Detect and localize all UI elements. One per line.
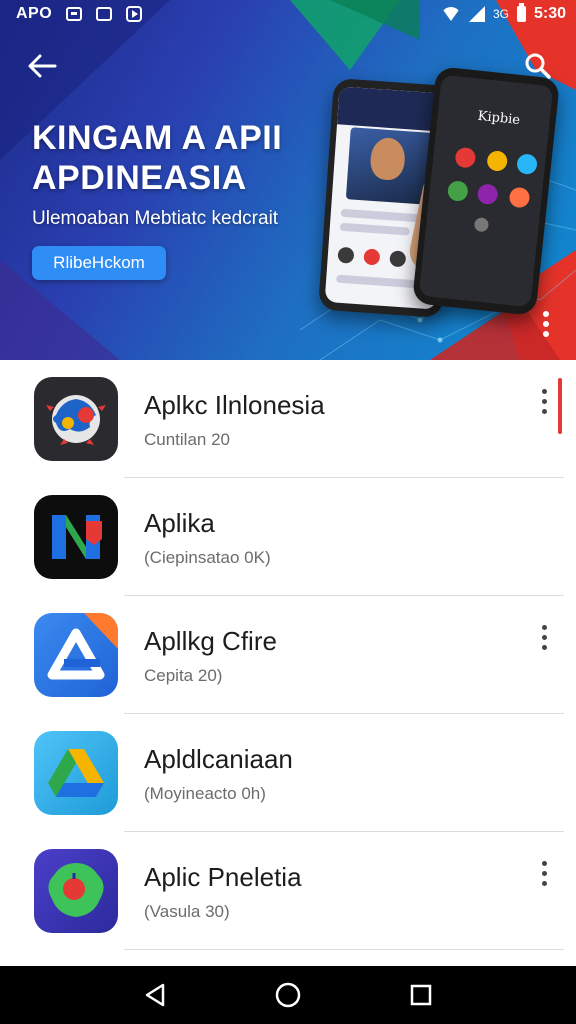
phone-mockup-back: Kipbie <box>411 66 561 316</box>
nav-home-button[interactable] <box>268 975 308 1015</box>
divider <box>124 949 564 950</box>
hero-title: KINGAM A APII APDINEASIA <box>32 119 283 197</box>
app-title: Aplkc Ilnlonesia <box>144 390 325 420</box>
dot <box>543 311 549 317</box>
search-icon <box>525 53 551 79</box>
navigation-n-icon <box>34 495 118 579</box>
dot <box>541 398 547 404</box>
hero-more-button[interactable] <box>536 306 556 342</box>
download-icon <box>96 7 113 21</box>
dot <box>541 408 547 414</box>
nav-back-button[interactable] <box>135 975 175 1015</box>
dot <box>543 331 549 337</box>
list-item[interactable]: Apldlcaniaan (Moyineacto 0h) <box>0 714 576 832</box>
dot <box>541 870 547 876</box>
dot <box>541 624 547 630</box>
status-bar: APO 3G 5:30 <box>0 0 576 28</box>
scrollbar[interactable] <box>558 378 562 434</box>
navigation-bar <box>0 966 576 1024</box>
list-item[interactable]: Aplika (Ciepinsatao 0K) <box>0 478 576 596</box>
app-title: Apllkg Cfire <box>144 626 277 656</box>
app-title: Aplika <box>144 508 215 538</box>
battery-icon <box>516 3 526 22</box>
app-subtitle: (Moyineacto 0h) <box>144 784 266 803</box>
search-button[interactable] <box>516 44 560 88</box>
phone-b-label: Kipbie <box>476 108 521 129</box>
blue-triangle-icon <box>34 613 118 697</box>
app-title: Apldlcaniaan <box>144 744 293 774</box>
hero-subtitle: Ulemoaban Mebtiatc kedcrait <box>32 208 279 229</box>
dot <box>541 634 547 640</box>
home-circle-icon <box>275 982 301 1008</box>
list-item[interactable]: Aplic Pneletia (Vasula 30) <box>0 832 576 950</box>
wifi-icon <box>440 7 461 21</box>
dot <box>541 388 547 394</box>
green-blob-icon <box>34 849 118 933</box>
more-options-button[interactable] <box>530 382 558 420</box>
puzzle-globe-icon <box>34 377 118 461</box>
play-store-icon <box>126 6 143 22</box>
dot <box>541 644 547 650</box>
status-clock: 5:30 <box>533 5 566 22</box>
app-list[interactable]: Aplkc Ilnlonesia Cuntilan 20 Aplika (Cie… <box>0 360 576 964</box>
list-item[interactable]: Aplkc Ilnlonesia Cuntilan 20 <box>0 360 576 478</box>
more-options-button[interactable] <box>530 618 558 656</box>
app-subtitle: Cepita 20) <box>144 666 223 685</box>
drive-triangle-icon <box>34 731 118 815</box>
back-triangle-icon <box>145 983 164 1007</box>
app-title: Aplic Pneletia <box>144 862 302 892</box>
message-icon <box>66 7 83 21</box>
app-subtitle: Cuntilan 20 <box>144 430 231 449</box>
hero-banner[interactable]: KINGAM A APII APDINEASIA Ulemoaban Mebti… <box>0 0 576 360</box>
status-left-text: APO <box>16 5 53 22</box>
nav-recents-button[interactable] <box>401 975 441 1015</box>
back-button[interactable] <box>22 46 62 86</box>
app-subtitle: (Vasula 30) <box>144 902 230 921</box>
arrow-left-icon <box>28 54 57 78</box>
network-label: 3G <box>492 7 509 21</box>
more-options-button[interactable] <box>530 854 558 892</box>
list-item[interactable]: Apllkg Cfire Cepita 20) <box>0 596 576 714</box>
app-subtitle: (Ciepinsatao 0K) <box>144 548 271 567</box>
hero-cta-button[interactable]: RlibeHckom <box>32 246 166 280</box>
dot <box>543 321 549 327</box>
dot <box>541 860 547 866</box>
signal-icon <box>468 6 485 22</box>
recents-square-icon <box>411 984 432 1006</box>
dot <box>541 880 547 886</box>
